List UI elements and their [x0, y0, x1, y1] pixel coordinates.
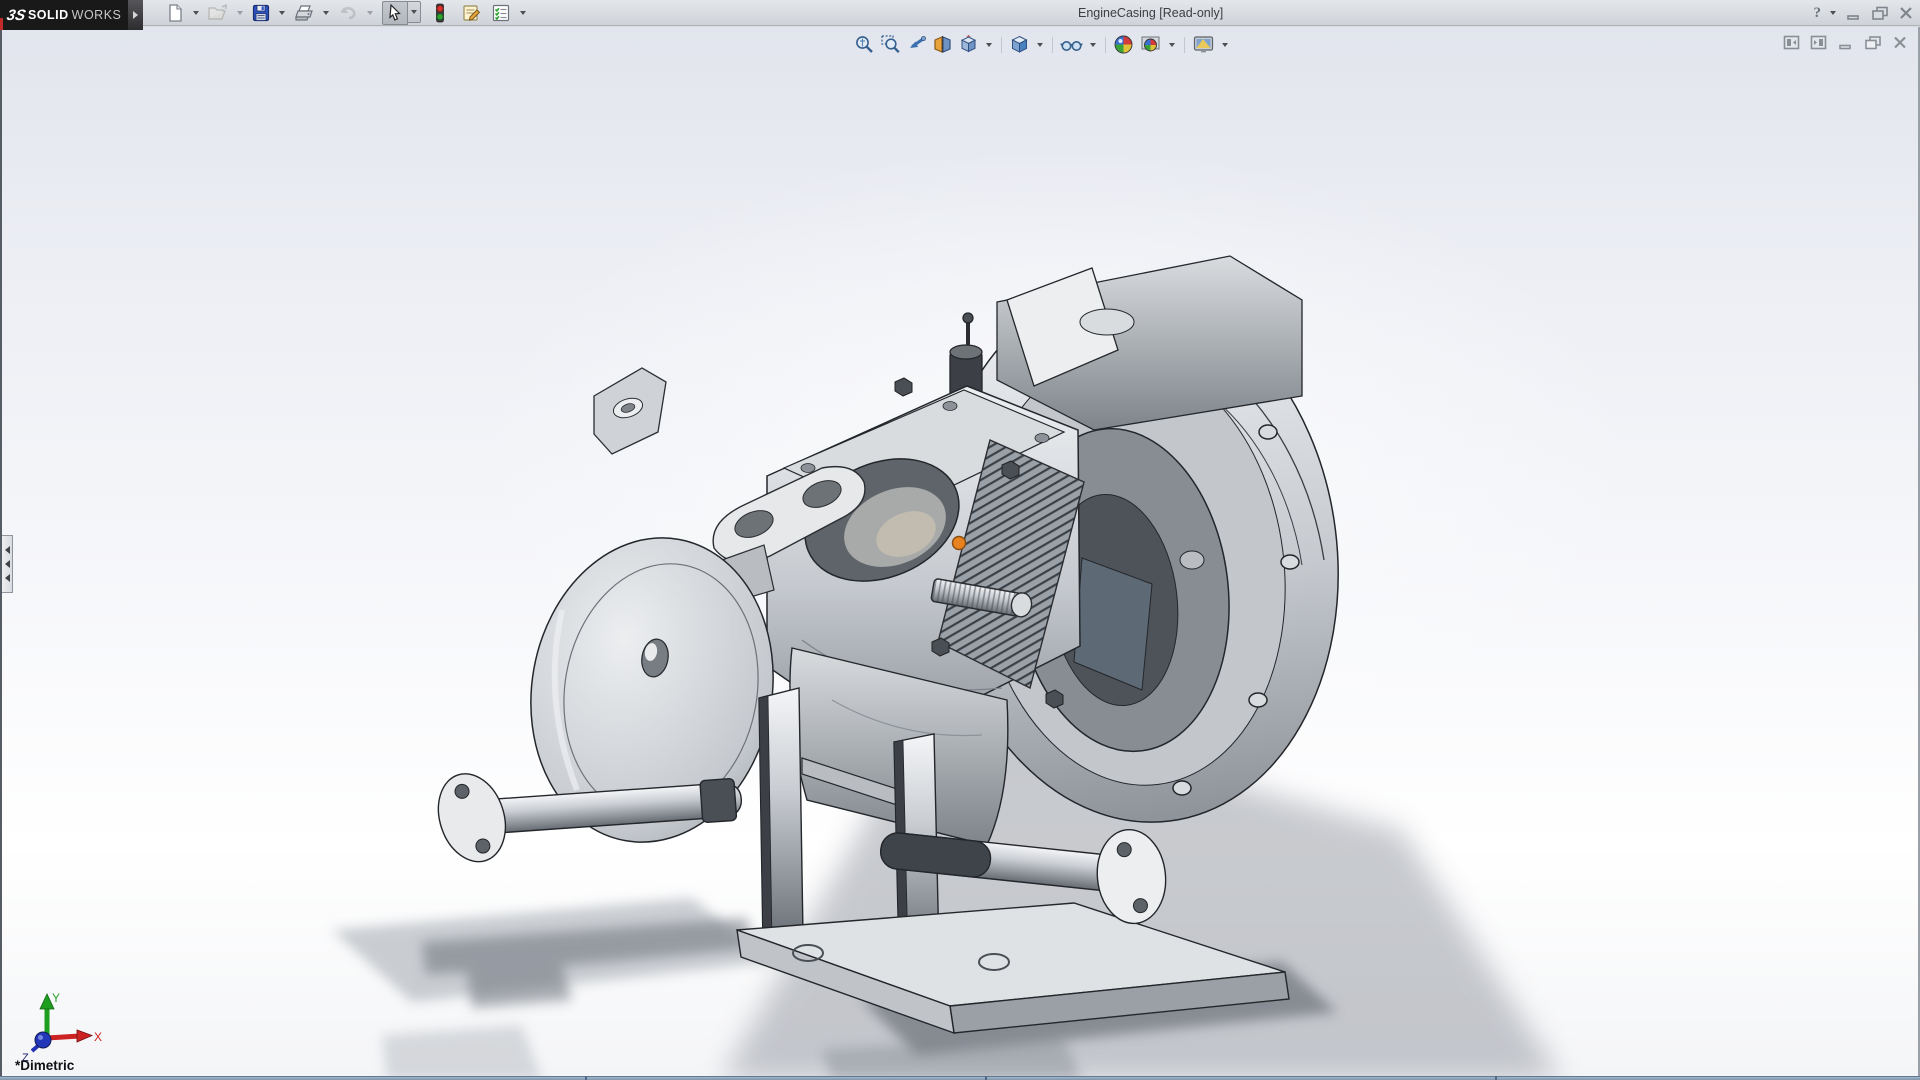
solidworks-logo: 3S SOLIDWORKS — [0, 0, 128, 30]
pane-toggle-left-button[interactable] — [1783, 35, 1800, 50]
view-settings-icon — [1192, 34, 1215, 55]
display-style-icon — [1009, 34, 1030, 55]
toolbar-flyout-button[interactable] — [128, 0, 143, 30]
upper-left-bracket — [594, 368, 666, 454]
edit-appearance-button[interactable] — [1112, 33, 1135, 56]
toolbar-separator — [1052, 37, 1053, 53]
feature-manager-collapsed-tab[interactable] — [2, 535, 13, 593]
section-view-icon — [932, 34, 953, 55]
toolbar-separator — [1184, 37, 1185, 53]
pane-toggle-right-button[interactable] — [1810, 35, 1827, 50]
collapse-arrow-icon — [5, 546, 10, 554]
previous-view-button[interactable] — [905, 33, 928, 56]
zoom-to-fit-icon — [854, 34, 875, 55]
pane-splitter-tick — [1495, 1076, 1497, 1080]
display-style-dropdown[interactable] — [1037, 43, 1043, 47]
view-orientation-dropdown[interactable] — [986, 43, 992, 47]
pane-splitter-tick — [985, 1076, 987, 1080]
view-orientation-label: *Dimetric — [15, 1058, 74, 1073]
graphics-area[interactable]: Y X Z *Dimetric — [0, 27, 1920, 1076]
status-bar-edge — [0, 1076, 1920, 1080]
collapse-arrow-icon — [5, 574, 10, 582]
orange-vertex-marker[interactable] — [953, 537, 966, 550]
pane-splitter-tick — [585, 1076, 587, 1080]
toolbar-separator — [1105, 37, 1106, 53]
apply-scene-icon — [1139, 34, 1162, 55]
reference-triad: Y X Z — [14, 990, 104, 1064]
engine-casing-model[interactable] — [2, 0, 1920, 1080]
hide-show-items-dropdown[interactable] — [1090, 43, 1096, 47]
view-orientation-button[interactable] — [957, 33, 980, 56]
appearance-sphere-icon — [1113, 34, 1134, 55]
hide-show-items-button[interactable] — [1059, 33, 1084, 56]
zoom-to-fit-button[interactable] — [853, 33, 876, 56]
document-window-controls — [1783, 35, 1908, 50]
solidworks-window: 3S SOLIDWORKS — [0, 0, 1920, 1080]
zoom-to-area-icon — [880, 34, 901, 55]
brand-works: WORKS — [72, 8, 122, 22]
view-settings-dropdown[interactable] — [1222, 43, 1228, 47]
restore-document-button[interactable] — [1864, 35, 1882, 50]
apply-scene-button[interactable] — [1138, 33, 1163, 56]
view-orientation-icon — [958, 34, 979, 55]
brand-mark: 3S — [5, 7, 27, 24]
brand-solid: SOLID — [28, 8, 69, 22]
triad-y-label: Y — [52, 991, 60, 1005]
display-style-button[interactable] — [1008, 33, 1031, 56]
zoom-to-area-button[interactable] — [879, 33, 902, 56]
toolbar-separator — [1001, 37, 1002, 53]
triad-x-label: X — [94, 1030, 102, 1044]
apply-scene-dropdown[interactable] — [1169, 43, 1175, 47]
minimize-document-button[interactable] — [1837, 35, 1854, 50]
collapse-arrow-icon — [5, 560, 10, 568]
previous-view-icon — [906, 34, 927, 55]
section-view-button[interactable] — [931, 33, 954, 56]
eyeglasses-icon — [1060, 34, 1083, 55]
close-document-button[interactable] — [1892, 35, 1908, 50]
view-settings-button[interactable] — [1191, 33, 1216, 56]
flyout-arrow-icon — [133, 11, 138, 19]
heads-up-view-toolbar — [853, 33, 1231, 56]
logo-red-accent — [0, 18, 3, 30]
